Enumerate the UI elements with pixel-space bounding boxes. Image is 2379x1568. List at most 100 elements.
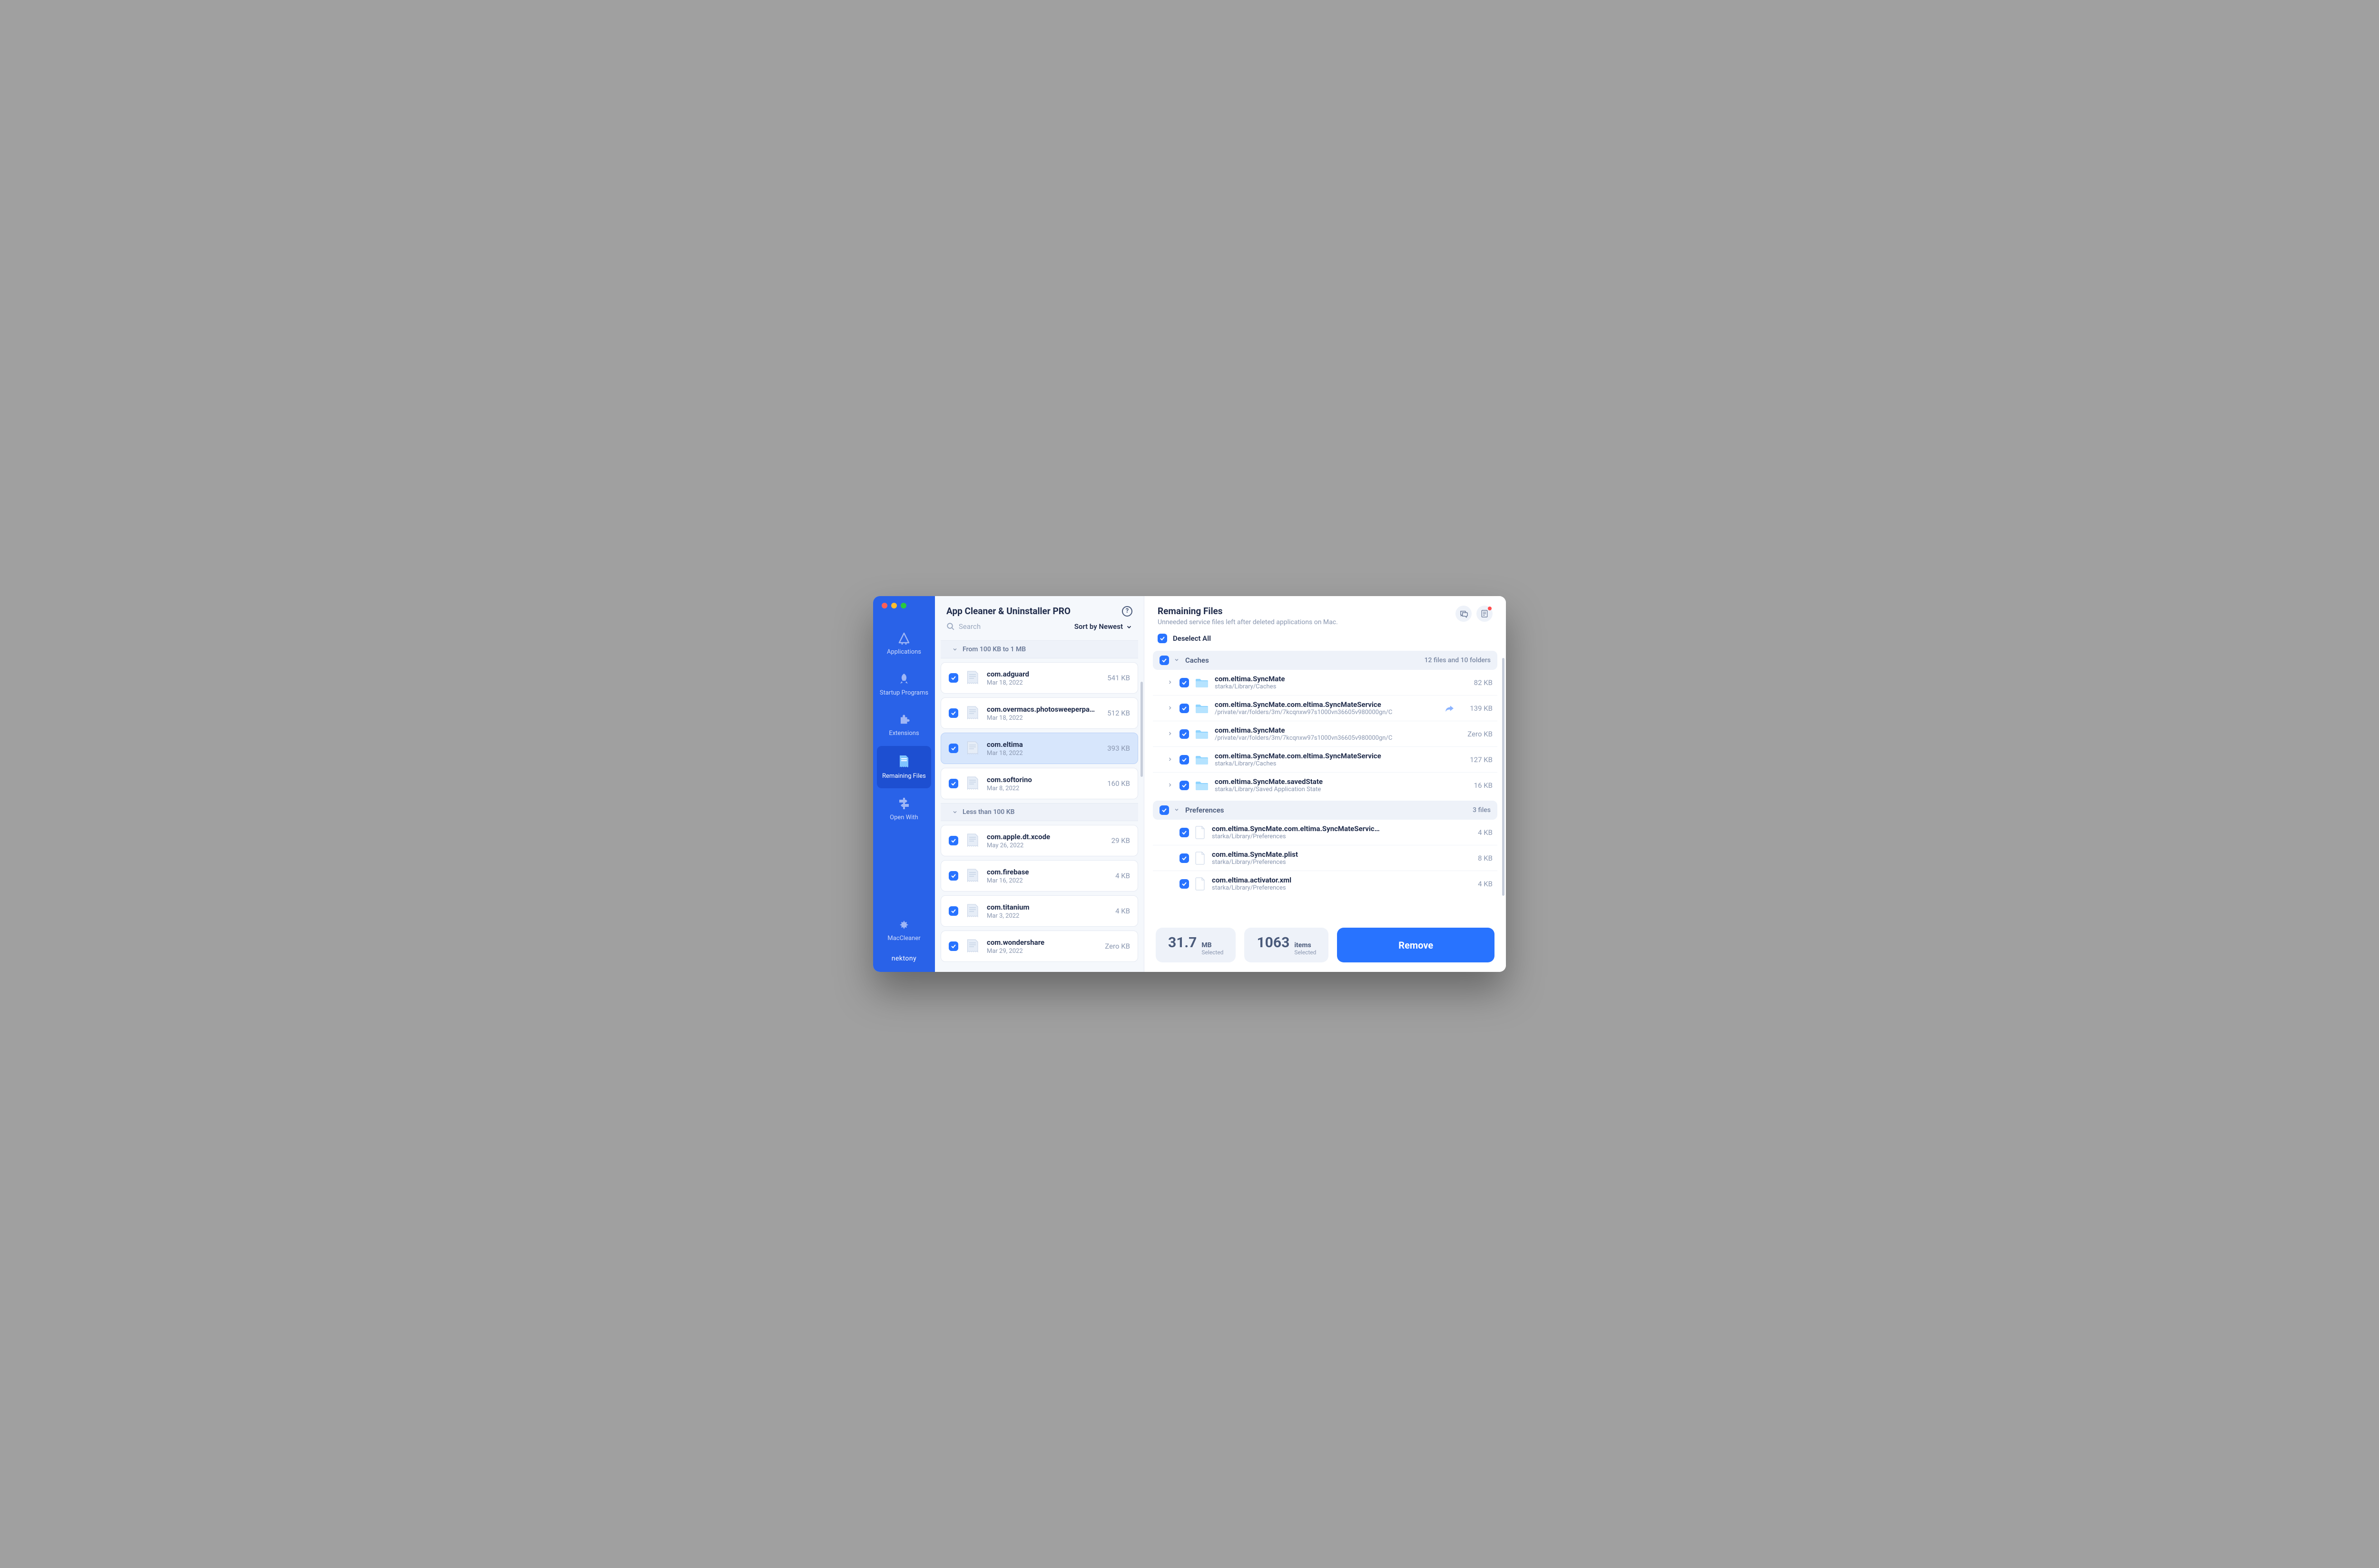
- chevron-right-icon[interactable]: [1167, 729, 1174, 738]
- folder-icon: [1195, 703, 1209, 714]
- group-header[interactable]: Caches12 files and 10 folders: [1153, 651, 1497, 670]
- chevron-right-icon[interactable]: [1167, 678, 1174, 687]
- file-size: 8 KB: [1462, 854, 1493, 862]
- sidebar-item-applications[interactable]: Applications: [873, 624, 935, 665]
- sidebar-item-extensions[interactable]: Extensions: [873, 705, 935, 746]
- sidebar-item-open-with[interactable]: Open With: [873, 788, 935, 830]
- item-name: com.softorino: [987, 775, 1101, 784]
- count-selected-label: Selected: [1294, 950, 1316, 956]
- minimize-window-button[interactable]: [891, 603, 897, 608]
- remaining-item[interactable]: com.wondershareMar 29, 2022Zero KB: [941, 931, 1138, 962]
- detail-subtitle: Unneeded service files left after delete…: [1158, 618, 1338, 626]
- chevron-right-icon[interactable]: [1167, 755, 1174, 764]
- remove-button[interactable]: Remove: [1337, 928, 1494, 962]
- checkbox[interactable]: [949, 906, 958, 916]
- group-header[interactable]: Preferences3 files: [1153, 801, 1497, 820]
- deselect-all-checkbox[interactable]: [1158, 634, 1167, 643]
- item-date: Mar 18, 2022: [987, 715, 1101, 722]
- close-window-button[interactable]: [882, 603, 887, 608]
- checkbox[interactable]: [1180, 755, 1189, 764]
- remaining-file-icon: [965, 669, 980, 686]
- list-body: From 100 KB to 1 MBcom.adguardMar 18, 20…: [935, 637, 1144, 972]
- checkbox[interactable]: [1180, 704, 1189, 713]
- file-row[interactable]: com.eltima.SyncMatestarka/Library/Caches…: [1153, 670, 1497, 696]
- checkbox[interactable]: [949, 708, 958, 718]
- remaining-item[interactable]: com.eltimaMar 18, 2022393 KB: [941, 733, 1138, 764]
- file-row[interactable]: com.eltima.SyncMate/private/var/folders/…: [1153, 721, 1497, 747]
- checkbox[interactable]: [1160, 656, 1169, 665]
- item-size: Zero KB: [1105, 942, 1130, 951]
- item-date: Mar 29, 2022: [987, 948, 1098, 955]
- checkbox[interactable]: [949, 673, 958, 683]
- chevron-right-icon[interactable]: [1167, 704, 1174, 713]
- file-row[interactable]: com.eltima.SyncMate.savedStatestarka/Lib…: [1153, 773, 1497, 798]
- item-size: 541 KB: [1107, 674, 1130, 682]
- checkbox[interactable]: [1180, 879, 1189, 889]
- footer: 31.7 MBSelected 1063 itemsSelected Remov…: [1144, 920, 1506, 972]
- checkbox[interactable]: [1180, 781, 1189, 790]
- item-name: com.adguard: [987, 670, 1101, 678]
- file-size: 127 KB: [1462, 755, 1493, 764]
- remaining-item[interactable]: com.titaniumMar 3, 20224 KB: [941, 895, 1138, 927]
- remaining-file-icon: [965, 775, 980, 792]
- count-stat: 1063 itemsSelected: [1244, 928, 1328, 962]
- scrollbar[interactable]: [1140, 682, 1143, 777]
- chat-button[interactable]: [1455, 606, 1472, 622]
- checkbox[interactable]: [1180, 853, 1189, 863]
- checkbox[interactable]: [949, 871, 958, 881]
- notification-dot: [1488, 607, 1492, 610]
- checkbox[interactable]: [949, 941, 958, 951]
- sidebar-item-maccleaner[interactable]: MacCleaner: [885, 915, 923, 947]
- search-input[interactable]: Search: [946, 622, 981, 631]
- remaining-item[interactable]: com.apple.dt.xcodeMay 26, 202229 KB: [941, 825, 1138, 856]
- remaining-item[interactable]: com.firebaseMar 16, 20224 KB: [941, 860, 1138, 892]
- maximize-window-button[interactable]: [901, 603, 906, 608]
- remaining-item[interactable]: com.adguardMar 18, 2022541 KB: [941, 662, 1138, 694]
- chevron-down-icon[interactable]: [1174, 656, 1180, 665]
- checkbox[interactable]: [1180, 828, 1189, 837]
- file-path: starka/Library/Caches: [1215, 683, 1456, 690]
- section-label: Less than 100 KB: [963, 808, 1015, 816]
- document-icon: [1195, 851, 1206, 865]
- folder-icon: [1195, 677, 1209, 688]
- app-title: App Cleaner & Uninstaller PRO: [946, 606, 1071, 617]
- news-button[interactable]: [1476, 606, 1493, 622]
- rocket-icon: [898, 673, 910, 686]
- deselect-all-label: Deselect All: [1173, 634, 1211, 643]
- share-icon: [1445, 705, 1455, 712]
- file-row[interactable]: com.eltima.SyncMate.pliststarka/Library/…: [1153, 845, 1497, 871]
- checkbox[interactable]: [949, 836, 958, 845]
- section-header[interactable]: Less than 100 KB: [941, 803, 1138, 821]
- sidebar-item-remaining-files[interactable]: Remaining Files: [877, 746, 931, 789]
- checkbox[interactable]: [1180, 729, 1189, 739]
- checkbox[interactable]: [1180, 678, 1189, 687]
- item-size: 393 KB: [1107, 744, 1130, 753]
- section-header[interactable]: From 100 KB to 1 MB: [941, 640, 1138, 658]
- sort-dropdown[interactable]: Sort by Newest: [1074, 622, 1132, 631]
- file-size: 4 KB: [1462, 828, 1493, 837]
- file-row[interactable]: com.eltima.SyncMate.com.eltima.SyncMateS…: [1153, 747, 1497, 773]
- folder-icon: [1195, 780, 1209, 791]
- item-date: Mar 16, 2022: [987, 877, 1109, 884]
- scrollbar[interactable]: [1502, 658, 1504, 896]
- checkbox[interactable]: [949, 779, 958, 788]
- sidebar-item-startup-programs[interactable]: Startup Programs: [873, 665, 935, 706]
- item-size: 160 KB: [1107, 779, 1130, 788]
- item-size: 4 KB: [1115, 907, 1130, 915]
- help-button[interactable]: ?: [1122, 606, 1132, 617]
- file-group: Preferences3 files com.eltima.SyncMate.co…: [1153, 801, 1497, 896]
- chevron-down-icon[interactable]: [1174, 806, 1180, 814]
- file-path: /private/var/folders/3m/7kcqnxw97s1000vn…: [1215, 735, 1456, 742]
- remaining-item[interactable]: com.softorinoMar 8, 2022160 KB: [941, 768, 1138, 799]
- size-value: 31.7: [1168, 934, 1197, 951]
- checkbox[interactable]: [949, 744, 958, 753]
- checkbox[interactable]: [1160, 805, 1169, 815]
- chevron-right-icon[interactable]: [1167, 781, 1174, 790]
- count-value: 1063: [1257, 934, 1289, 951]
- file-name: com.eltima.SyncMate: [1215, 675, 1456, 683]
- file-name: com.eltima.SyncMate.com.eltima.SyncMateS…: [1212, 824, 1456, 833]
- file-row[interactable]: com.eltima.activator.xmlstarka/Library/P…: [1153, 871, 1497, 896]
- file-row[interactable]: com.eltima.SyncMate.com.eltima.SyncMateS…: [1153, 696, 1497, 721]
- remaining-item[interactable]: com.overmacs.photosweeperpa…Mar 18, 2022…: [941, 697, 1138, 729]
- file-row[interactable]: com.eltima.SyncMate.com.eltima.SyncMateS…: [1153, 820, 1497, 845]
